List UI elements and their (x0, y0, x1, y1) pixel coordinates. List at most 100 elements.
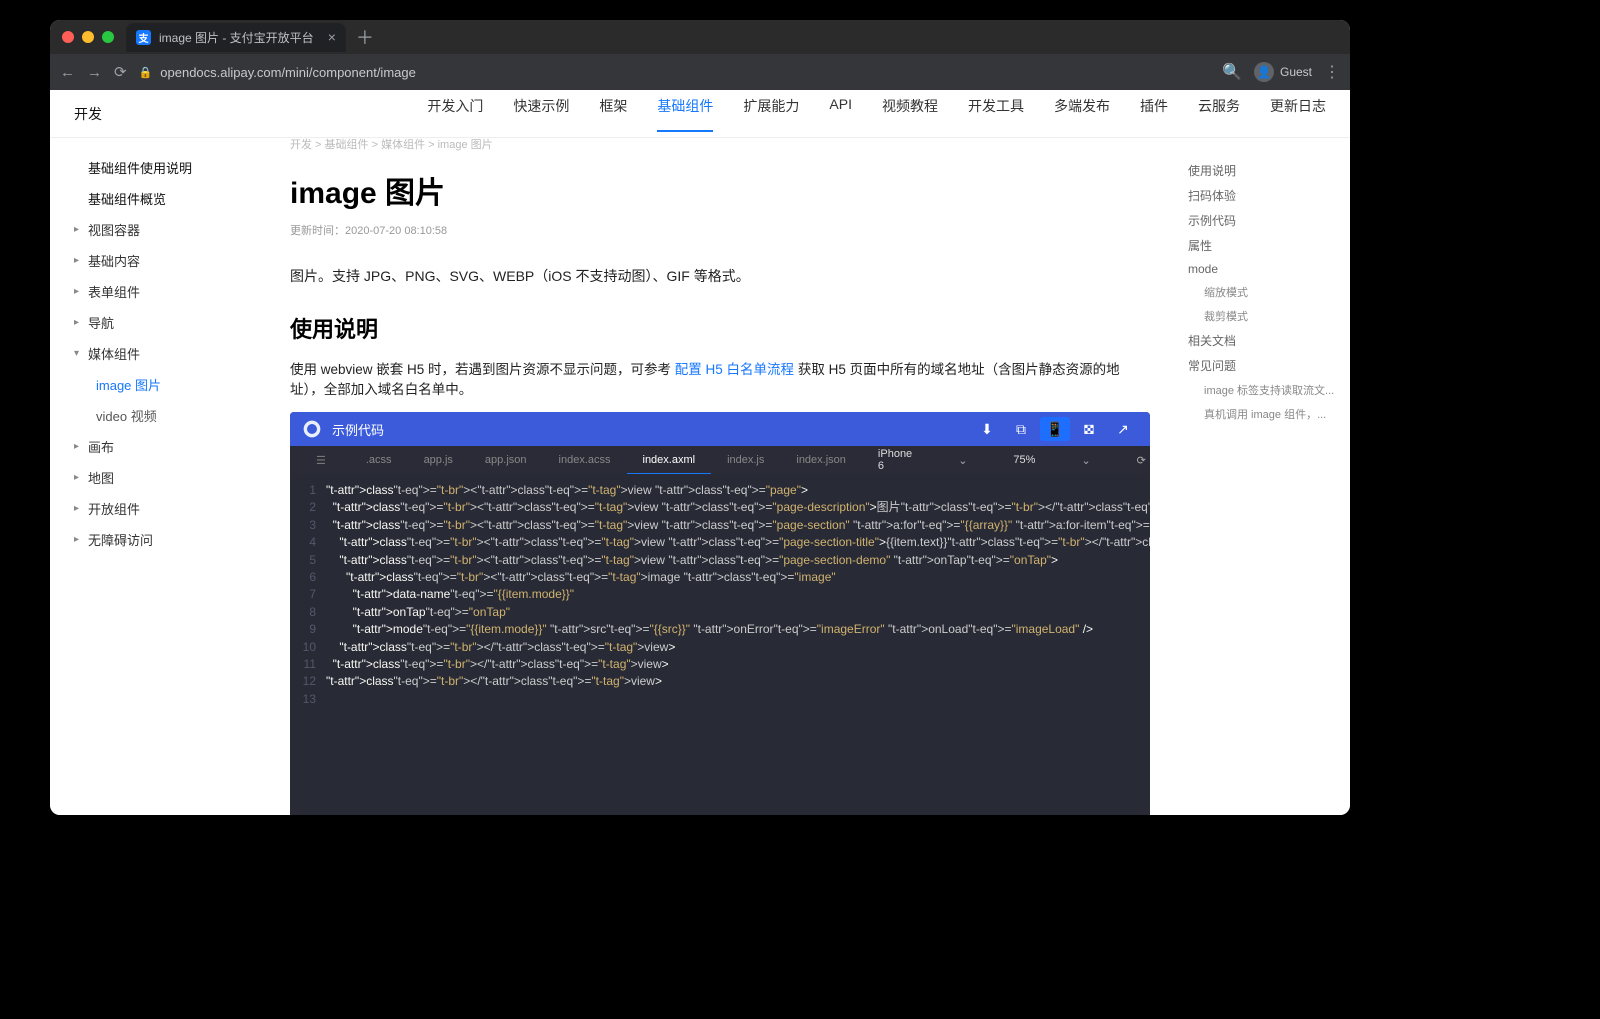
toc-item[interactable]: 扫码体验 (1188, 183, 1342, 208)
sidebar-item[interactable]: ▸表单组件 (50, 276, 260, 307)
chevron-icon: ▸ (74, 255, 82, 266)
sidebar-item[interactable]: ▸开放组件 (50, 493, 260, 524)
device-select[interactable]: iPhone 6 (862, 448, 928, 472)
close-window-icon[interactable] (62, 31, 74, 43)
chevron-down-icon: ⌄ (942, 454, 983, 467)
forward-button[interactable]: → (87, 64, 102, 81)
top-nav-item[interactable]: 视频教程 (882, 96, 938, 132)
reload-button[interactable]: ⟳ (114, 63, 127, 81)
new-tab-button[interactable]: ＋ (356, 24, 374, 50)
sidebar-item[interactable]: ▾媒体组件 (50, 338, 260, 369)
window-titlebar: 支 image 图片 - 支付宝开放平台 × ＋ (50, 20, 1350, 54)
top-nav-item[interactable]: 快速示例 (513, 96, 569, 132)
top-nav-item[interactable]: 框架 (599, 96, 627, 132)
top-nav-item[interactable]: API (829, 96, 852, 132)
ide-file-tabs: ☰ .acssapp.jsapp.jsonindex.acssindex.axm… (290, 446, 1150, 474)
file-tab[interactable]: index.axml (627, 446, 712, 474)
tab-title: image 图片 - 支付宝开放平台 (159, 29, 314, 46)
section-usage-title: 使用说明 (290, 312, 1150, 344)
file-tab[interactable]: index.json (780, 446, 862, 474)
file-tab[interactable]: index.js (711, 446, 780, 474)
download-button[interactable]: ⬇ (972, 417, 1002, 441)
zoom-select[interactable]: 75% (997, 454, 1051, 466)
qr-code-button[interactable]: 𖣯 (1074, 417, 1104, 441)
menu-icon[interactable]: ⋮ (1324, 62, 1340, 82)
lock-icon: 🔒 (139, 66, 153, 79)
chevron-icon: ▸ (74, 534, 82, 545)
brand-label: 开发 (74, 104, 102, 124)
sidebar-item[interactable]: ▸地图 (50, 462, 260, 493)
browser-window: 支 image 图片 - 支付宝开放平台 × ＋ ← → ⟳ 🔒 opendoc… (50, 20, 1350, 815)
top-nav-item[interactable]: 插件 (1140, 96, 1168, 132)
ide-title: 示例代码 (332, 420, 384, 439)
top-nav-item[interactable]: 开发入门 (427, 96, 483, 132)
chevron-icon: ▸ (74, 441, 82, 452)
chevron-icon: ▸ (74, 286, 82, 297)
share-button[interactable]: ↗ (1108, 417, 1138, 441)
ide-header: 示例代码 ⬇ ⧉ 📱 𖣯 ↗ (290, 412, 1150, 446)
toc-item[interactable]: 相关文档 (1188, 328, 1342, 353)
browser-toolbar: ← → ⟳ 🔒 opendocs.alipay.com/mini/compone… (50, 54, 1350, 90)
chevron-icon: ▾ (74, 348, 82, 359)
whitelist-link[interactable]: 配置 H5 白名单流程 (675, 362, 794, 377)
top-nav-item[interactable]: 开发工具 (968, 96, 1024, 132)
code-sample-panel: 示例代码 ⬇ ⧉ 📱 𖣯 ↗ ☰ .acssapp.jsapp.jsoninde… (290, 412, 1150, 815)
toc-subitem[interactable]: image 标签支持读取流文... (1188, 378, 1342, 402)
sidebar-item[interactable]: ▸画布 (50, 431, 260, 462)
copy-code-button[interactable]: ⧉ (1006, 417, 1036, 441)
profile-chip[interactable]: 👤 Guest (1254, 62, 1312, 82)
address-bar[interactable]: 🔒 opendocs.alipay.com/mini/component/ima… (139, 65, 1210, 80)
file-tab[interactable]: app.js (408, 446, 469, 474)
toc-item[interactable]: 常见问题 (1188, 353, 1342, 378)
phone-preview-button[interactable]: 📱 (1040, 417, 1070, 441)
file-tree-icon[interactable]: ☰ (300, 446, 342, 474)
sidebar-subitem[interactable]: image 图片 (50, 369, 260, 400)
toc-item[interactable]: 使用说明 (1188, 158, 1342, 183)
table-of-contents: 使用说明扫码体验示例代码属性mode缩放模式裁剪模式相关文档常见问题image … (1180, 138, 1350, 815)
top-nav: 开发 开发入门快速示例框架基础组件扩展能力 API 视频教程开发工具多端发布插件云服… (50, 90, 1350, 138)
top-nav-item[interactable]: 云服务 (1198, 96, 1240, 132)
back-button[interactable]: ← (60, 64, 75, 81)
file-tab[interactable]: app.json (469, 446, 543, 474)
avatar-icon: 👤 (1254, 62, 1274, 82)
sidebar-item[interactable]: ▸导航 (50, 307, 260, 338)
toc-subitem[interactable]: 缩放模式 (1188, 280, 1342, 304)
toc-item[interactable]: mode (1188, 258, 1342, 280)
top-nav-menu: 开发入门快速示例框架基础组件扩展能力 API 视频教程开发工具多端发布插件云服务更新… (427, 96, 1326, 132)
toc-subitem[interactable]: 真机调用 image 组件，... (1188, 402, 1342, 426)
refresh-preview-button[interactable]: ⟳ (1121, 454, 1150, 467)
sidebar: 基础组件使用说明基础组件概览▸视图容器▸基础内容▸表单组件▸导航▾媒体组件ima… (50, 138, 260, 815)
ant-logo-icon (302, 419, 322, 439)
top-nav-item[interactable]: 更新日志 (1270, 96, 1326, 132)
search-icon[interactable]: 🔍 (1222, 62, 1242, 82)
sidebar-item[interactable]: 基础组件概览 (50, 183, 260, 214)
page: 开发 开发入门快速示例框架基础组件扩展能力 API 视频教程开发工具多端发布插件云服… (50, 90, 1350, 815)
toc-item[interactable]: 示例代码 (1188, 208, 1342, 233)
minimize-window-icon[interactable] (82, 31, 94, 43)
sidebar-item[interactable]: ▸基础内容 (50, 245, 260, 276)
sidebar-subitem[interactable]: video 视频 (50, 400, 260, 431)
file-tab[interactable]: .acss (350, 446, 408, 474)
chevron-down-icon: ⌄ (1065, 454, 1106, 467)
top-nav-item[interactable]: 多端发布 (1054, 96, 1110, 132)
sidebar-item[interactable]: 基础组件使用说明 (50, 152, 260, 183)
chevron-icon: ▸ (74, 503, 82, 514)
file-tab[interactable]: index.acss (543, 446, 627, 474)
toc-subitem[interactable]: 裁剪模式 (1188, 304, 1342, 328)
close-tab-icon[interactable]: × (328, 29, 336, 45)
usage-paragraph: 使用 webview 嵌套 H5 时，若遇到图片资源不显示问题，可参考 配置 H… (290, 358, 1150, 398)
sidebar-item[interactable]: ▸无障碍访问 (50, 524, 260, 555)
updated-time: 更新时间：2020-07-20 08:10:58 (290, 222, 1150, 238)
device-controls: iPhone 6 ⌄ 75% ⌄ ⟳ ⊞ (862, 448, 1150, 472)
page-body: 基础组件使用说明基础组件概览▸视图容器▸基础内容▸表单组件▸导航▾媒体组件ima… (50, 138, 1350, 815)
url-text: opendocs.alipay.com/mini/component/image (160, 65, 416, 80)
sidebar-item[interactable]: ▸视图容器 (50, 214, 260, 245)
top-nav-item[interactable]: 扩展能力 (743, 96, 799, 132)
browser-tab[interactable]: 支 image 图片 - 支付宝开放平台 × (126, 23, 346, 52)
page-title: image 图片 (290, 168, 1150, 212)
code-editor[interactable]: 1"t-attr">class"t-eq">="t-br"><"t-attr">… (290, 474, 1150, 815)
top-nav-item[interactable]: 基础组件 (657, 96, 713, 132)
profile-label: Guest (1280, 65, 1312, 79)
toc-item[interactable]: 属性 (1188, 233, 1342, 258)
maximize-window-icon[interactable] (102, 31, 114, 43)
